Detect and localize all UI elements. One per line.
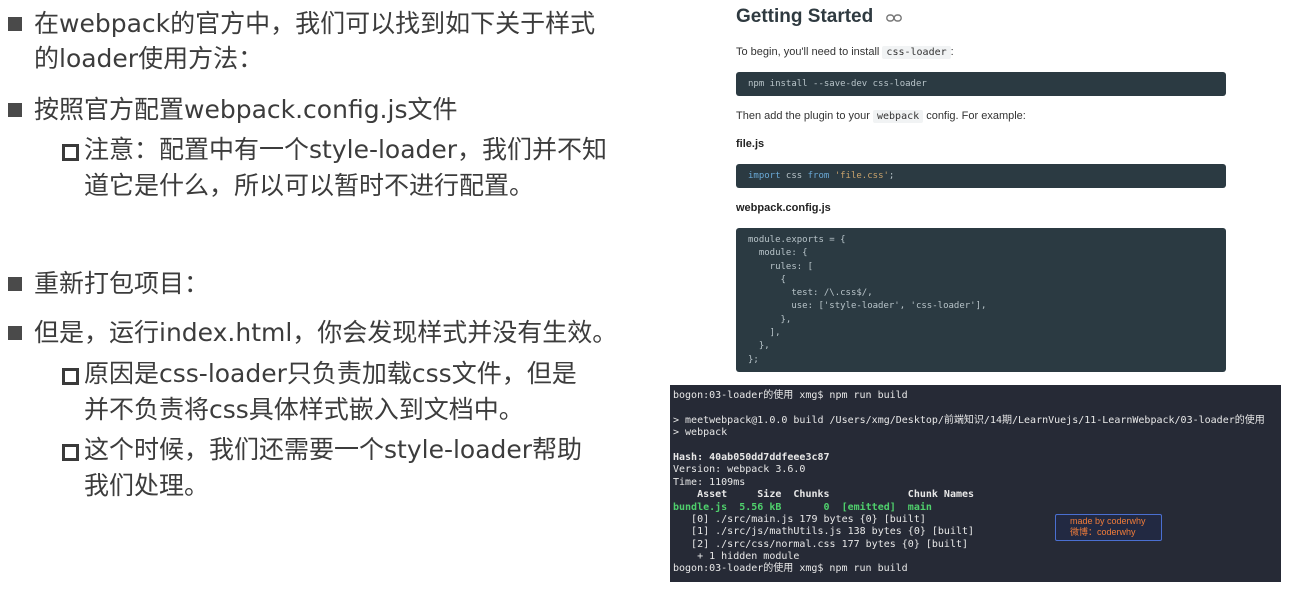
plugin-intro: Then add the plugin to your webpack conf…: [736, 110, 1026, 123]
file-label: file.js: [736, 138, 765, 150]
bullet-3: 重新打包项目：: [8, 266, 608, 301]
terminal-line: > webpack: [673, 427, 728, 439]
file-label: webpack.config.js: [736, 202, 831, 214]
hollow-square-icon: [62, 444, 79, 461]
terminal-line: Version: webpack 3.6.0: [673, 464, 806, 476]
terminal-window: bogon:03-loader的使用 xmg$ npm run build > m…: [670, 385, 1281, 582]
bullet-1: 在webpack的官方中，我们可以找到如下关于样式的loader使用方法：: [8, 6, 608, 76]
hollow-square-icon: [62, 144, 79, 161]
terminal-line: bogon:03-loader的使用 xmg$ npm run build: [673, 563, 908, 575]
subbullet-2: 原因是css-loader只负责加载css文件，但是并不负责将css具体样式嵌入…: [60, 356, 600, 428]
terminal-line: [2] ./src/css/normal.css 177 bytes {0} […: [673, 538, 969, 550]
hollow-square-icon: [62, 368, 79, 385]
inline-code: webpack: [872, 110, 924, 123]
terminal-line: bogon:03-loader的使用 xmg$ npm run build: [673, 390, 908, 401]
terminal-line: + 1 hidden module: [673, 551, 800, 563]
import-code-block: import css from 'file.css';: [736, 164, 1226, 188]
terminal-line: bundle.js 5.56 kB 0 [emitted] main: [673, 501, 932, 513]
docs-title: Getting Started: [736, 6, 874, 27]
bullet-4: 但是，运行index.html，你会发现样式并没有生效。: [8, 315, 648, 350]
terminal-line: [0] ./src/main.js 179 bytes {0} [built]: [673, 513, 926, 525]
install-intro: To begin, you'll need to install css-loa…: [736, 46, 954, 59]
terminal-line: Asset Size Chunks Chunk Names: [673, 489, 975, 501]
bullet-square-icon: [8, 277, 22, 291]
watermark: made by coderwhy 微博：coderwhy: [1055, 514, 1162, 541]
terminal-line: Time: 1109ms: [673, 476, 746, 488]
bullet-square-icon: [8, 326, 22, 340]
subbullet-3: 这个时候，我们还需要一个style-loader帮助我们处理。: [60, 432, 605, 504]
terminal-line: Hash: 40ab050dd7ddfeee3c87: [673, 451, 830, 463]
install-code-block: npm install --save-dev css-loader: [736, 72, 1226, 96]
subbullet-1: 注意：配置中有一个style-loader，我们并不知道它是什么，所以可以暂时不…: [60, 132, 610, 204]
bullet-2: 按照官方配置webpack.config.js文件: [8, 92, 608, 127]
terminal-line: [1] ./src/js/mathUtils.js 138 bytes {0} …: [673, 526, 975, 538]
terminal-line: > meetwebpack@1.0.0 build /Users/xmg/Des…: [673, 414, 1265, 426]
link-icon[interactable]: [886, 14, 902, 22]
bullet-square-icon: [8, 103, 22, 117]
webpack-docs-panel: Getting Started To begin, you'll need to…: [730, 0, 1240, 380]
config-code-block: module.exports = { module: { rules: [ { …: [736, 228, 1226, 372]
bullet-square-icon: [8, 17, 22, 31]
inline-code: css-loader: [882, 46, 951, 59]
